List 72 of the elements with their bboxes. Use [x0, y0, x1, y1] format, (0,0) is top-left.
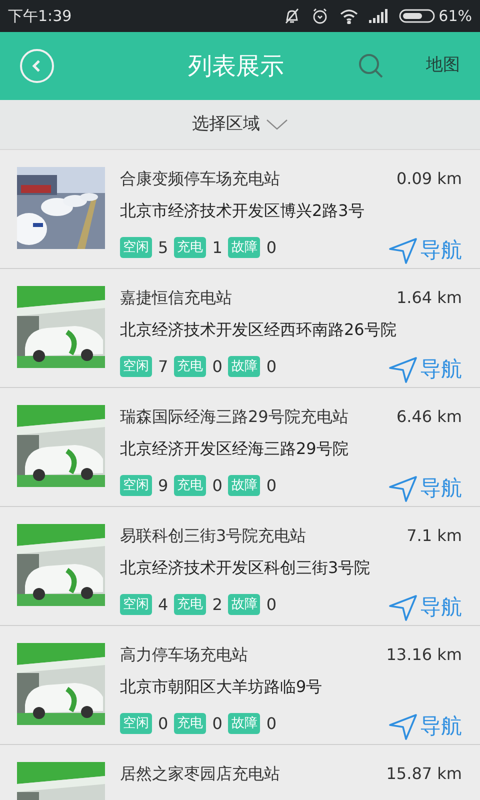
- region-dropdown[interactable]: 选择区域: [0, 100, 480, 150]
- signal-icon: [368, 9, 389, 23]
- status-tag: 充电: [174, 237, 206, 258]
- station-distance: 7.1 km: [406, 525, 462, 547]
- navigation-arrow-icon: [388, 474, 418, 503]
- status-tag: 充电: [174, 713, 206, 734]
- station-name: 瑞森国际经海三路29号院充电站: [120, 406, 348, 428]
- station-row[interactable]: 高力停车场充电站 13.16 km 北京市朝阳区大羊坊路临9号 空闲 0 充电 0 故障 0 导航: [0, 626, 480, 745]
- station-distance: 13.16 km: [386, 644, 462, 666]
- station-name: 高力停车场充电站: [120, 644, 248, 666]
- battery-percent: 61%: [438, 6, 472, 27]
- status-count: 0: [266, 474, 277, 497]
- back-button[interactable]: [20, 49, 54, 83]
- status-tag: 故障: [228, 475, 260, 496]
- status-count: 5: [158, 236, 168, 259]
- status-tag: 故障: [228, 356, 260, 378]
- status-count: 0: [212, 474, 222, 497]
- chevron-down-icon: [266, 118, 288, 130]
- wifi-icon: [338, 8, 359, 24]
- status-count: 0: [266, 236, 277, 259]
- status-tag: 空闲: [120, 594, 152, 616]
- station-name: 易联科创三街3号院充电站: [120, 525, 306, 547]
- status-tag: 充电: [174, 356, 206, 378]
- station-address: 北京市经济技术开发区博兴2路3号: [120, 200, 366, 222]
- status-tag: 空闲: [120, 237, 152, 258]
- status-time: 下午1:39: [8, 6, 72, 27]
- navigation-arrow-icon: [388, 712, 418, 741]
- status-count: 9: [158, 474, 168, 497]
- station-address: 北京经济技术开发区科创三街3号院: [120, 557, 372, 579]
- station-distance: 15.87 km: [386, 763, 462, 785]
- bell-off-icon: [282, 7, 301, 25]
- status-tag: 空闲: [120, 356, 152, 378]
- alarm-icon: [310, 7, 329, 25]
- station-row[interactable]: 易联科创三街3号院充电站 7.1 km 北京经济技术开发区科创三街3号院 空闲 4 充电 2 故障 0 导航: [0, 507, 480, 626]
- status-count: 0: [266, 594, 277, 616]
- navigation-arrow-icon: [388, 236, 418, 265]
- station-address: 北京经济技术开发区经西环南路26号院: [120, 319, 398, 341]
- status-tag: 故障: [228, 713, 260, 734]
- station-name: 合康变频停车场充电站: [120, 168, 280, 190]
- search-icon[interactable]: [358, 53, 384, 79]
- chevron-left-icon: [31, 59, 43, 73]
- map-link[interactable]: 地图: [426, 53, 460, 79]
- battery-icon: [398, 9, 435, 23]
- station-address: 北京市朝阳区大羊坊路临9号: [120, 676, 324, 698]
- status-count: 0: [158, 712, 168, 735]
- station-distance: 1.64 km: [396, 287, 462, 309]
- status-tag: 空闲: [120, 475, 152, 496]
- station-name: 嘉捷恒信充电站: [120, 287, 232, 309]
- station-row[interactable]: 居然之家枣园店充电站 15.87 km: [0, 745, 480, 800]
- navigation-arrow-icon: [388, 356, 418, 384]
- status-tag: 充电: [174, 475, 206, 496]
- station-row[interactable]: 合康变频停车场充电站 0.09 km 北京市经济技术开发区博兴2路3号 空闲 5 充电 1 故障 0 导航: [0, 150, 480, 269]
- station-row[interactable]: 瑞森国际经海三路29号院充电站 6.46 km 北京经济开发区经海三路29号院 空闲 9 充电 0 故障 0 导航: [0, 388, 480, 507]
- status-count: 2: [212, 594, 222, 616]
- status-tag: 故障: [228, 594, 260, 616]
- status-tag: 空闲: [120, 713, 152, 734]
- page-title: 列表展示: [187, 51, 285, 82]
- status-tag: 故障: [228, 237, 260, 258]
- status-count: 0: [266, 356, 277, 378]
- status-tag: 充电: [174, 594, 206, 616]
- station-distance: 0.09 km: [396, 168, 462, 190]
- status-count: 0: [212, 712, 222, 735]
- status-count: 7: [158, 356, 168, 378]
- status-count: 4: [158, 594, 168, 616]
- status-count: 1: [212, 236, 222, 259]
- station-row[interactable]: 嘉捷恒信充电站 1.64 km 北京经济技术开发区经西环南路26号院 空闲 7 充电 0 故障 0 导航: [0, 269, 480, 388]
- station-name: 居然之家枣园店充电站: [120, 763, 280, 785]
- status-count: 0: [266, 712, 277, 735]
- station-address: 北京经济开发区经海三路29号院: [120, 438, 350, 460]
- navigation-arrow-icon: [388, 594, 418, 622]
- station-distance: 6.46 km: [396, 406, 462, 428]
- status-count: 0: [212, 356, 222, 378]
